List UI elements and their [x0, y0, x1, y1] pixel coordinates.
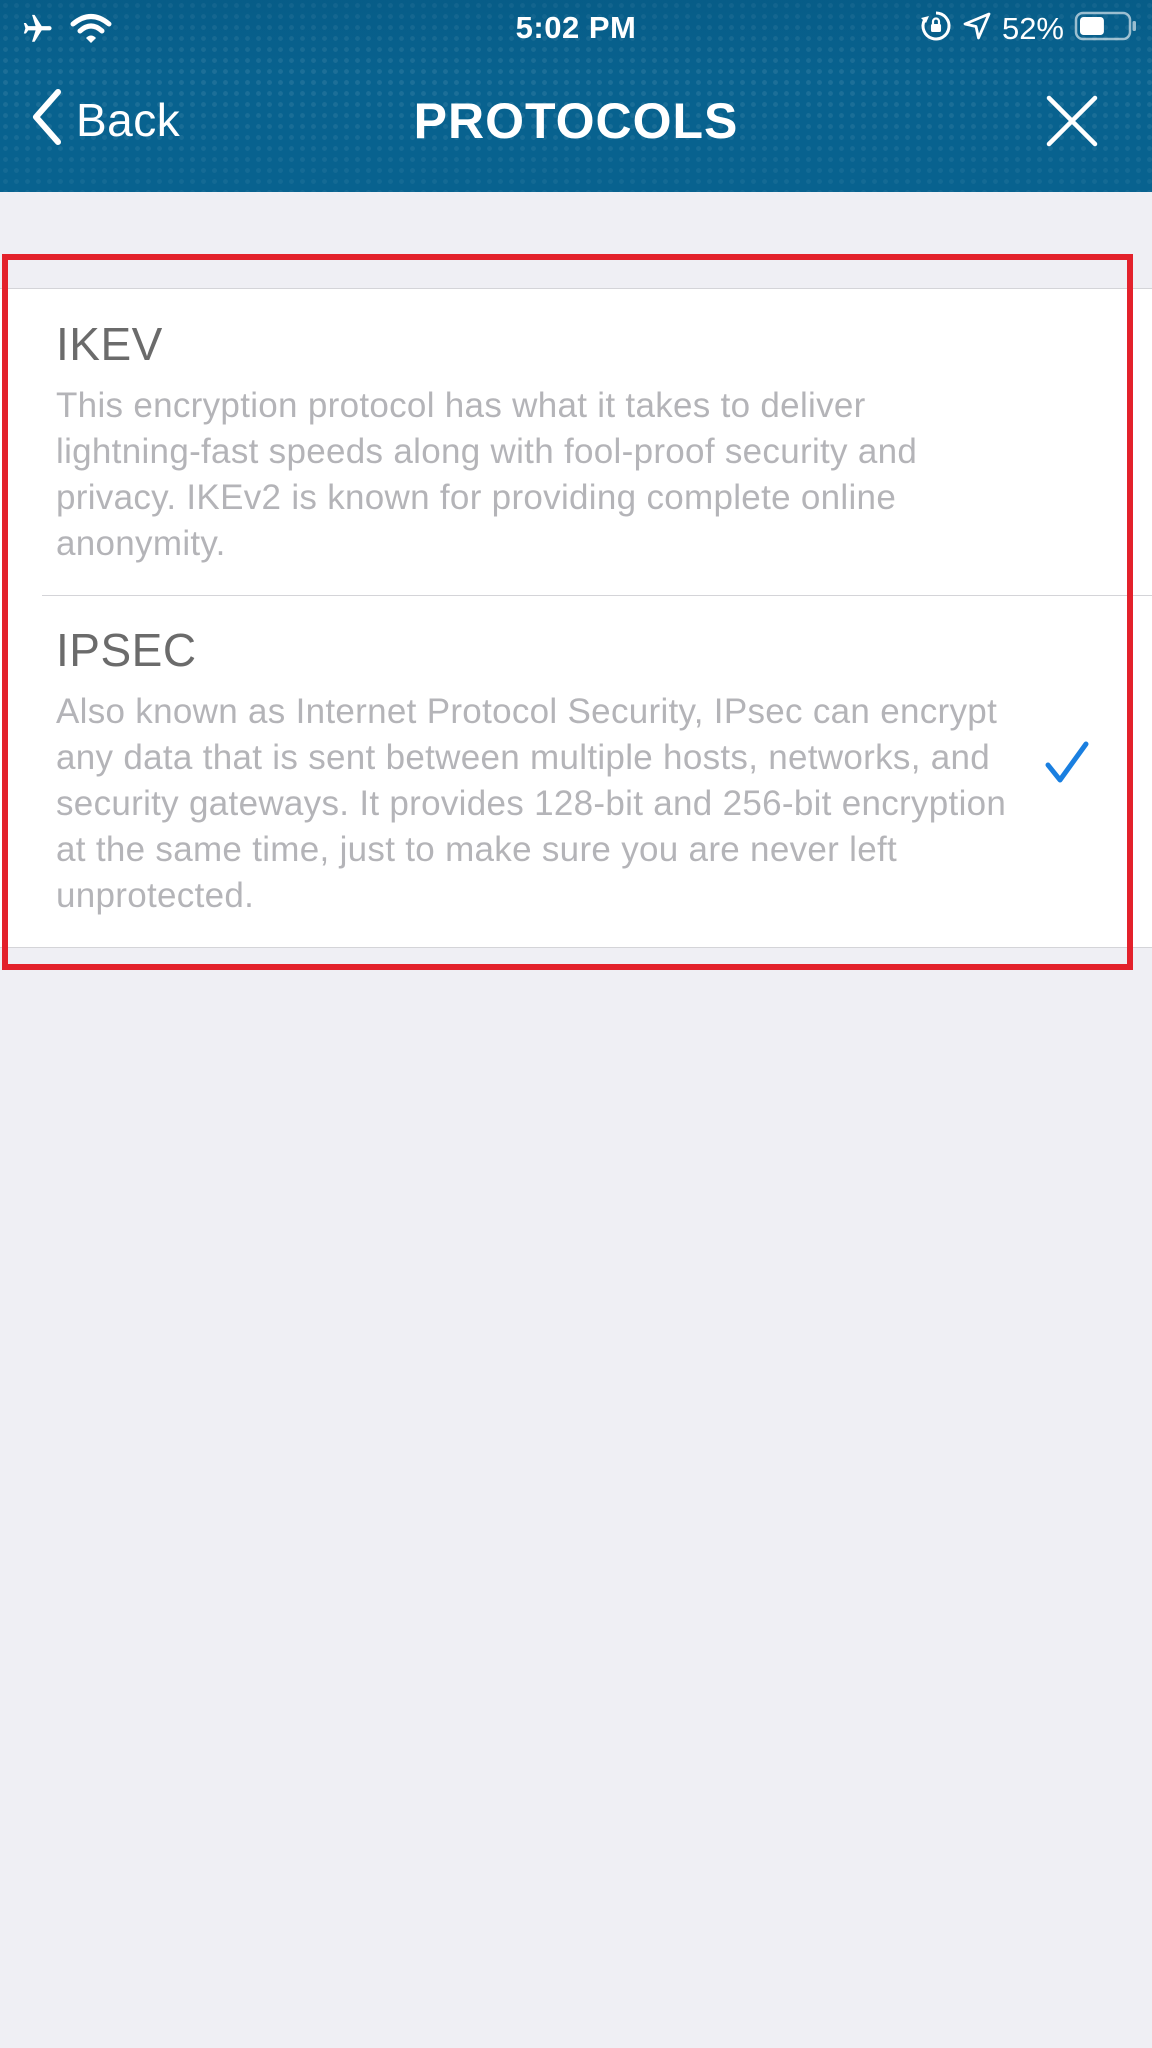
protocol-option-ipsec[interactable]: IPSEC Also known as Internet Protocol Se…: [0, 595, 1152, 947]
orientation-lock-icon: [920, 10, 952, 47]
protocol-list: IKEV This encryption protocol has what i…: [0, 288, 1152, 948]
page-title: PROTOCOLS: [413, 93, 739, 149]
status-bar: 5:02 PM 52%: [0, 0, 1152, 58]
location-arrow-icon: [962, 11, 992, 46]
protocol-description: This encryption protocol has what it tak…: [56, 386, 918, 563]
navigation-bar: Back PROTOCOLS: [0, 58, 1152, 192]
battery-percent: 52%: [1001, 10, 1064, 46]
app-header: 5:02 PM 52% Back PROTOCOLS: [0, 0, 1152, 192]
close-button[interactable]: [1044, 93, 1100, 149]
protocol-description: Also known as Internet Protocol Security…: [56, 692, 1007, 915]
protocol-name: IPSEC: [56, 624, 197, 676]
close-icon: [1044, 95, 1100, 153]
checkmark-icon: [1044, 740, 1090, 786]
battery-icon: [1074, 10, 1138, 47]
status-right-group: 52%: [920, 10, 1138, 47]
protocol-name: IKEV: [56, 318, 163, 370]
protocol-option-ikev[interactable]: IKEV This encryption protocol has what i…: [0, 289, 1152, 595]
